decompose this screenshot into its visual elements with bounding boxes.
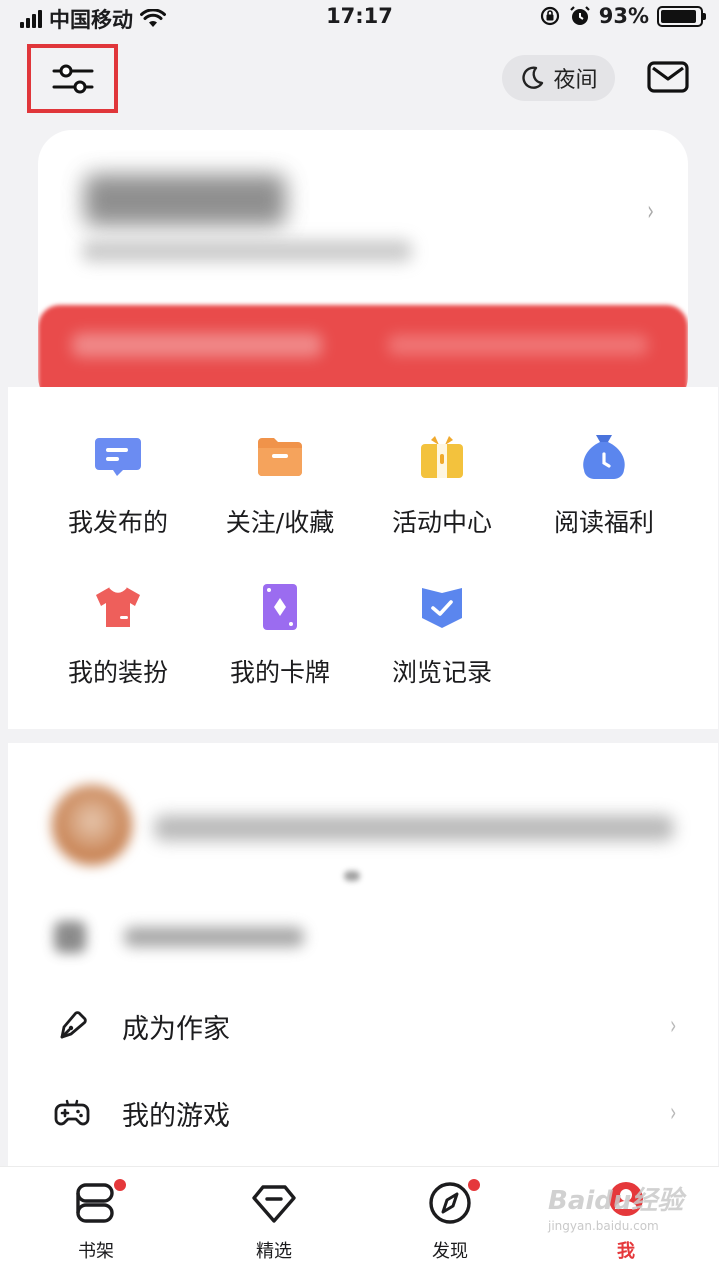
- tab-badge: [114, 1179, 126, 1191]
- diamond-icon: [252, 1185, 296, 1223]
- profile-icon: [609, 1182, 643, 1216]
- list-item-label: 成为作家: [122, 1013, 230, 1045]
- card-icon: [263, 584, 297, 630]
- alarm-icon: [569, 6, 590, 25]
- tab-label: 我: [617, 1241, 635, 1262]
- chevron-right-icon: ›: [669, 1011, 676, 1041]
- recommendation-text-blurred[interactable]: [154, 815, 674, 841]
- gift-icon: [421, 436, 463, 478]
- tab-featured[interactable]: 精选: [224, 1179, 324, 1262]
- status-right: 93%: [539, 4, 706, 28]
- blurred-row-icon: [54, 921, 86, 953]
- chevron-right-icon: ›: [669, 1098, 676, 1128]
- grid-item-activity-center[interactable]: 活动中心: [362, 432, 522, 539]
- grid-item-label: 浏览记录: [391, 658, 492, 687]
- grid-item-my-posts[interactable]: 我发布的: [38, 432, 198, 539]
- login-card[interactable]: ›: [38, 130, 688, 410]
- pen-icon: [60, 1011, 87, 1039]
- battery-percent: 93%: [598, 4, 649, 28]
- grid-item-label: 我发布的: [67, 508, 168, 537]
- grid-item-browse-history[interactable]: 浏览记录: [362, 582, 522, 689]
- night-mode-button[interactable]: 夜间: [502, 55, 615, 101]
- tshirt-icon: [96, 586, 140, 627]
- page-indicator-blurred: [344, 871, 360, 881]
- grid-item-label: 我的装扮: [67, 658, 168, 687]
- message-icon: [95, 438, 141, 476]
- blurred-row-text[interactable]: [124, 927, 304, 947]
- tab-label: 发现: [432, 1241, 468, 1262]
- list-item-my-games[interactable]: 我的游戏 ›: [8, 1073, 718, 1153]
- compass-icon: [429, 1182, 471, 1224]
- grid-item-label: 关注/收藏: [225, 508, 335, 537]
- vip-banner-blurred[interactable]: [38, 305, 688, 395]
- battery-icon: [657, 5, 706, 27]
- grid-item-label: 我的卡牌: [229, 658, 330, 687]
- grid-item-reading-rewards[interactable]: 阅读福利: [524, 432, 684, 539]
- login-subtitle-blurred: [82, 240, 412, 262]
- list-item-label: 我的游戏: [122, 1100, 230, 1132]
- mail-button[interactable]: [647, 60, 689, 94]
- sliders-icon: [52, 64, 93, 93]
- grid-item-label: 活动中心: [391, 508, 492, 537]
- tab-bookshelf[interactable]: 书架: [46, 1179, 146, 1262]
- moon-icon: [522, 66, 544, 89]
- list-item-become-writer[interactable]: 成为作家 ›: [8, 986, 718, 1066]
- grid-item-my-outfits[interactable]: 我的装扮: [38, 582, 198, 689]
- tab-badge: [468, 1179, 480, 1191]
- list-card: 成为作家 › 我的游戏 ›: [8, 743, 718, 1166]
- tab-discover[interactable]: 发现: [400, 1179, 500, 1262]
- login-title-blurred: [84, 174, 286, 226]
- tab-label: 书架: [78, 1241, 114, 1262]
- status-bar: 中国移动 17:17 93%: [0, 0, 719, 36]
- gamepad-icon: [54, 1099, 90, 1126]
- bookshelf-icon: [76, 1183, 114, 1223]
- avatar[interactable]: [52, 785, 132, 865]
- tab-label: 精选: [256, 1241, 292, 1262]
- money-bag-clock-icon: [583, 435, 625, 480]
- grid-item-my-cards[interactable]: 我的卡牌: [200, 582, 360, 689]
- feature-grid: 我发布的 关注/收藏 活动中心 阅读福利 我的装扮 我的卡牌 浏览记录: [8, 387, 718, 729]
- mail-icon: [647, 61, 689, 93]
- shield-check-icon: [422, 588, 462, 628]
- grid-item-label: 阅读福利: [553, 508, 654, 537]
- tab-bar: 书架 精选 发现 我: [0, 1166, 719, 1262]
- chevron-right-icon: ›: [647, 194, 654, 227]
- night-mode-label: 夜间: [553, 68, 598, 93]
- settings-button[interactable]: [27, 44, 118, 113]
- tab-me[interactable]: 我: [576, 1179, 676, 1262]
- rotation-lock-icon: [540, 6, 559, 26]
- folder-icon: [258, 438, 302, 476]
- grid-item-follow-favorites[interactable]: 关注/收藏: [200, 432, 360, 539]
